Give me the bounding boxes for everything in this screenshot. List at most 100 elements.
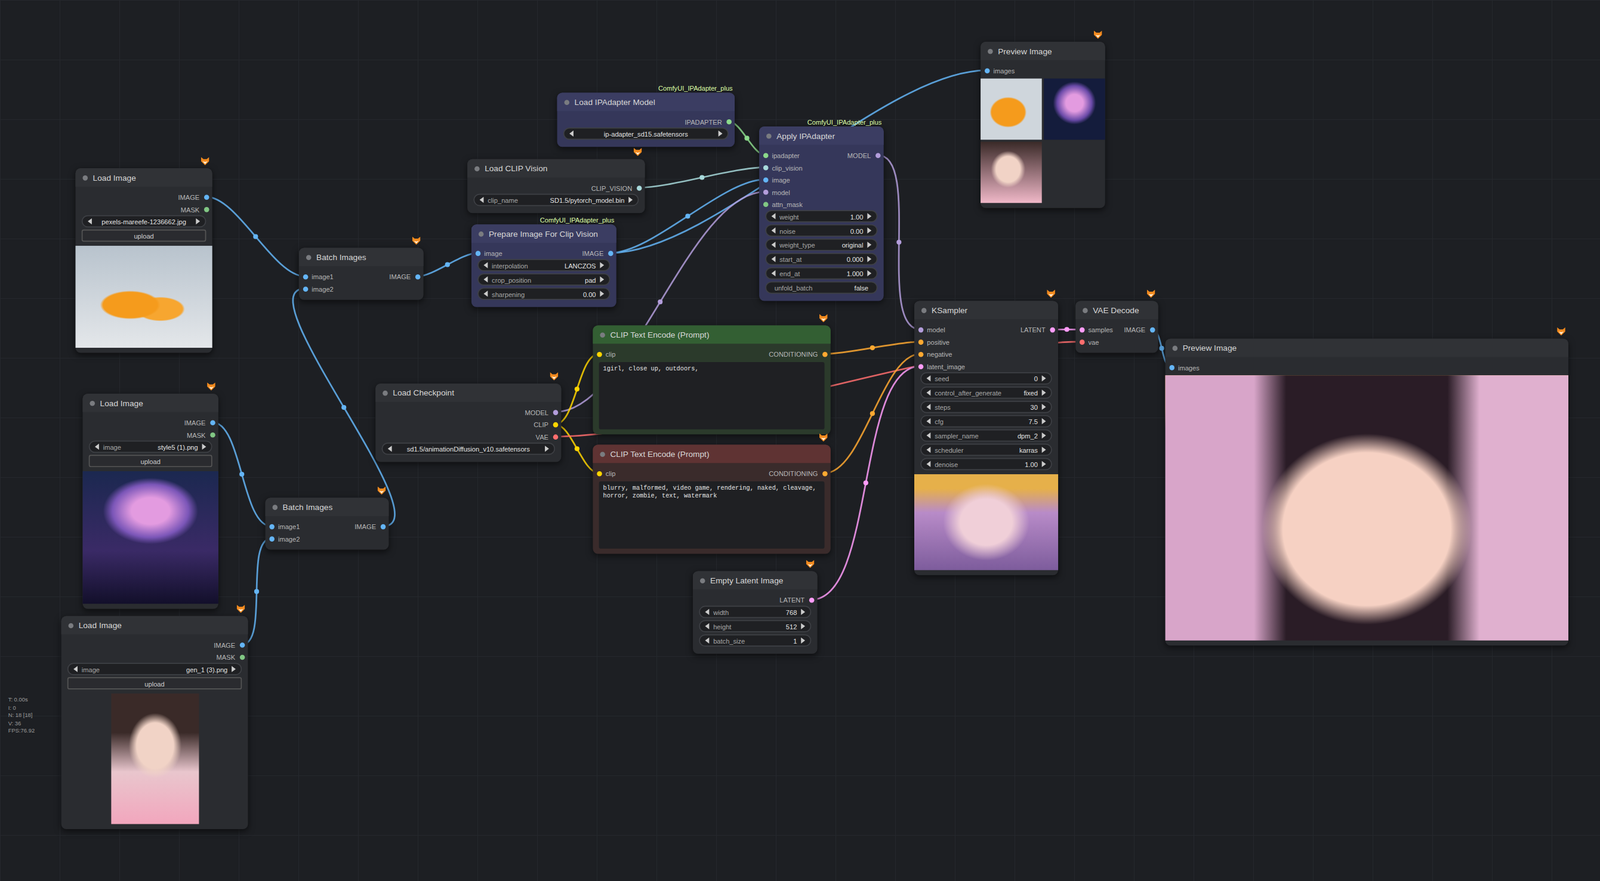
output-slot[interactable]: LATENT: [779, 596, 818, 604]
gallery-thumbnail[interactable]: [980, 78, 1042, 141]
input-slot[interactable]: latent_image: [914, 362, 966, 371]
input-dot[interactable]: [917, 339, 924, 345]
link[interactable]: [877, 155, 921, 330]
link-wire[interactable]: [205, 196, 305, 277]
node[interactable]: Load ImageIMAGEMASKpexels-mareefe-123666…: [75, 168, 213, 353]
decrement-icon[interactable]: [926, 389, 931, 396]
output-slot[interactable]: MASK: [216, 653, 249, 661]
output-dot[interactable]: [1049, 327, 1056, 333]
increment-icon[interactable]: [718, 130, 723, 137]
link-midpoint[interactable]: [574, 386, 580, 392]
link[interactable]: [824, 341, 921, 355]
output-slot[interactable]: CLIP: [533, 420, 561, 428]
node-title[interactable]: Load CLIP Vision: [467, 159, 646, 178]
link-wire[interactable]: [638, 167, 766, 188]
node-title[interactable]: Prepare Image For Clip Vision: [471, 224, 617, 243]
output-slot[interactable]: MODEL: [524, 408, 561, 416]
decrement-icon[interactable]: [926, 461, 931, 468]
output-dot[interactable]: [636, 185, 642, 191]
input-dot[interactable]: [475, 250, 481, 257]
combo-widget[interactable]: control_after_generatefixed: [920, 386, 1053, 400]
node-title[interactable]: Empty Latent Image: [692, 571, 818, 590]
output-slot[interactable]: IMAGE: [184, 418, 219, 427]
output-slot[interactable]: IMAGE: [213, 641, 248, 649]
decrement-icon[interactable]: [771, 256, 776, 262]
input-slot[interactable]: samples: [1075, 325, 1114, 334]
node[interactable]: Preview Imageimages: [1165, 338, 1569, 647]
collapse-dot[interactable]: [82, 174, 88, 181]
increment-icon[interactable]: [867, 256, 872, 262]
decrement-icon[interactable]: [926, 375, 931, 382]
number-widget[interactable]: denoise1.00: [920, 458, 1053, 471]
gallery-thumbnail[interactable]: [1043, 78, 1106, 141]
collapse-dot[interactable]: [306, 254, 312, 261]
collapse-dot[interactable]: [272, 504, 279, 510]
node-title[interactable]: Load Image: [61, 616, 249, 635]
output-slot[interactable]: LATENT: [1020, 325, 1059, 334]
collapse-dot[interactable]: [1082, 307, 1088, 314]
upload-button[interactable]: upload: [81, 229, 207, 243]
number-widget[interactable]: cfg7.5: [920, 415, 1053, 428]
input-slot[interactable]: image1: [298, 272, 334, 280]
output-dot[interactable]: [821, 351, 828, 357]
node[interactable]: CLIP Text Encode (Prompt)clipCONDITIONIN…: [592, 325, 831, 435]
decrement-icon[interactable]: [73, 666, 78, 672]
number-widget[interactable]: end_at1.000: [765, 267, 878, 280]
node[interactable]: VAE DecodesamplesIMAGEvae: [1075, 300, 1158, 353]
output-dot[interactable]: [1149, 327, 1155, 333]
increment-icon[interactable]: [800, 609, 806, 616]
input-slot[interactable]: attn_mask: [759, 200, 803, 208]
combo-widget[interactable]: imagegen_1 (3).png: [67, 663, 242, 676]
increment-icon[interactable]: [800, 623, 806, 630]
input-slot[interactable]: vae: [1075, 338, 1099, 346]
number-widget[interactable]: batch_size1: [698, 634, 812, 647]
input-dot[interactable]: [1169, 364, 1175, 371]
combo-widget[interactable]: sd1.5/animationDiffusion_v10.safetensors: [381, 442, 556, 456]
output-dot[interactable]: [203, 206, 209, 212]
node-title[interactable]: Load Checkpoint: [375, 383, 561, 403]
output-dot[interactable]: [552, 434, 559, 440]
input-slot[interactable]: images: [1165, 364, 1200, 372]
input-slot[interactable]: images: [980, 66, 1015, 75]
link-midpoint[interactable]: [1159, 346, 1165, 351]
node-title[interactable]: VAE Decode: [1075, 300, 1158, 320]
gallery-thumbnail[interactable]: [980, 142, 1042, 204]
input-dot[interactable]: [1079, 339, 1085, 345]
increment-icon[interactable]: [202, 444, 207, 450]
input-dot[interactable]: [762, 201, 769, 208]
combo-widget[interactable]: crop_positionpad: [477, 273, 610, 286]
input-dot[interactable]: [984, 68, 990, 74]
output-dot[interactable]: [607, 250, 613, 257]
decrement-icon[interactable]: [926, 446, 931, 453]
input-slot[interactable]: clip: [592, 469, 616, 477]
node-title[interactable]: Load IPAdapter Model: [557, 93, 736, 112]
collapse-dot[interactable]: [599, 451, 606, 458]
number-widget[interactable]: height512: [698, 620, 812, 634]
input-dot[interactable]: [269, 535, 275, 542]
prompt-textarea[interactable]: blurry, malformed, video game, rendering…: [599, 481, 825, 550]
collapse-dot[interactable]: [478, 230, 484, 237]
link-wire[interactable]: [212, 422, 272, 527]
output-dot[interactable]: [203, 194, 209, 200]
decrement-icon[interactable]: [926, 418, 931, 425]
combo-widget[interactable]: imagestyle5 (1).png: [88, 441, 213, 454]
link[interactable]: [638, 167, 766, 188]
link-midpoint[interactable]: [685, 213, 690, 219]
combo-widget[interactable]: interpolationLANCZOS: [477, 259, 610, 272]
link[interactable]: [205, 196, 305, 277]
upload-button[interactable]: upload: [88, 455, 213, 468]
input-slot[interactable]: model: [759, 187, 791, 196]
output-dot[interactable]: [874, 152, 881, 159]
link-midpoint[interactable]: [574, 446, 580, 452]
node[interactable]: ComfyUI_IPAdapter_plusLoad IPAdapter Mod…: [557, 93, 736, 148]
decrement-icon[interactable]: [704, 623, 709, 630]
increment-icon[interactable]: [1041, 375, 1047, 382]
number-widget[interactable]: seed0: [920, 372, 1053, 385]
input-dot[interactable]: [302, 286, 308, 292]
output-dot[interactable]: [209, 432, 215, 438]
output-dot[interactable]: [380, 523, 386, 530]
decrement-icon[interactable]: [483, 276, 488, 283]
node-graph-canvas[interactable]: Load ImageIMAGEMASKpexels-mareefe-123666…: [0, 0, 1600, 881]
decrement-icon[interactable]: [771, 213, 776, 220]
output-dot[interactable]: [552, 421, 559, 428]
